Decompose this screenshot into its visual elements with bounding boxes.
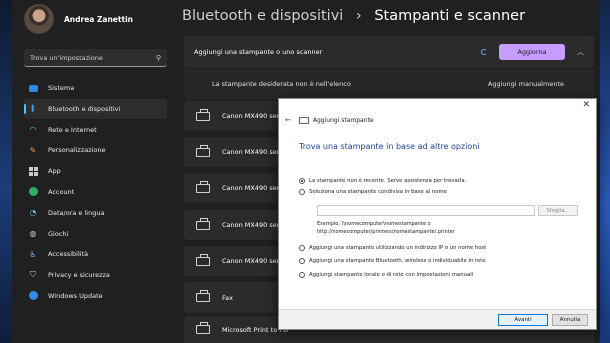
refresh-button[interactable]: Aggiorna [499, 44, 565, 60]
radio-button[interactable] [299, 188, 305, 195]
sidebar-item-personalizzazione[interactable]: ✎ Personalizzazione [24, 140, 167, 160]
manual-add-row: La stampante desiderata non è nell'elenc… [184, 69, 594, 99]
profile-name: Andrea Zanettin [64, 14, 133, 24]
profile[interactable]: Andrea Zanettin [24, 4, 133, 34]
breadcrumb-separator: › [355, 8, 362, 24]
dialog-title: Aggiungi stampante [312, 116, 374, 124]
radio-button[interactable] [299, 258, 305, 265]
breadcrumb-parent[interactable]: Bluetooth e dispositivi [182, 8, 343, 24]
sidebar-item-sistema[interactable]: Sistema [24, 78, 167, 98]
bluetooth-icon: ᛒ [30, 104, 36, 114]
update-icon [28, 291, 38, 301]
printer-name-input[interactable] [317, 205, 535, 216]
accessibility-icon: ♿ [29, 249, 37, 259]
option-ip-hostname[interactable]: Aggiungi una stampante utilizzando un in… [299, 241, 589, 255]
desktop-background-right [600, 0, 610, 343]
account-icon [28, 187, 38, 197]
option-label: La stampante non è recente. Serve assist… [309, 177, 467, 184]
brush-icon: ✎ [29, 145, 37, 155]
gamepad-icon: ◍ [29, 229, 37, 239]
sidebar-item-label: Giochi [48, 229, 69, 238]
sidebar-item-label: Accessibilità [48, 250, 89, 259]
option-shared-by-name[interactable]: Seleziona una stampante condivisa in bas… [299, 186, 589, 197]
option-label: Aggiungi una stampante utilizzando un in… [309, 244, 487, 251]
sidebar-item-label: Sistema [48, 84, 75, 92]
add-manually-button[interactable]: Aggiungi manualmente [488, 80, 564, 88]
add-printer-dialog: ✕ ← Aggiungi stampante Trova una stampan… [278, 98, 597, 330]
manual-add-text: La stampante desiderata non è nell'elenc… [212, 80, 351, 88]
sidebar-item-data-ora[interactable]: ◔ Data/ora e lingua [24, 203, 167, 223]
sidebar-item-label: Windows Update [48, 291, 103, 300]
page-title: Stampanti e scanner [374, 8, 526, 24]
options-group: La stampante non è recente. Serve assist… [299, 175, 589, 197]
dialog-footer: Avanti Annulla [279, 309, 596, 329]
breadcrumb: Bluetooth e dispositivi › Stampanti e sc… [182, 8, 525, 24]
sidebar-item-app[interactable]: App [24, 161, 167, 181]
search-input[interactable]: Trova un'impostazione [30, 54, 156, 62]
example-line-1: Esempio: \\nomecomputer\nomestampante o [317, 221, 431, 227]
sidebar-item-privacy[interactable]: ⛉ Privacy e sicurezza [24, 265, 167, 285]
option-label: Seleziona una stampante condivisa in bas… [309, 188, 447, 195]
search-box[interactable]: Trova un'impostazione ⚲ [24, 49, 167, 67]
sidebar: Andrea Zanettin Trova un'impostazione ⚲ … [12, 0, 172, 343]
back-arrow-icon[interactable]: ← [285, 116, 291, 124]
sidebar-item-label: Personalizzazione [48, 146, 106, 155]
printer-name: Fax [222, 293, 233, 302]
sidebar-item-windows-update[interactable]: Windows Update [24, 286, 167, 306]
close-icon[interactable]: ✕ [582, 100, 590, 110]
option-not-recent[interactable]: La stampante non è recente. Serve assist… [299, 175, 589, 186]
example-line-2: http://nomecomputer/printers/nomestampan… [317, 229, 455, 235]
printer-icon [196, 108, 210, 121]
shield-icon: ⛉ [30, 270, 36, 280]
sidebar-item-rete[interactable]: ◠ Rete e Internet [24, 120, 167, 140]
option-bluetooth-wireless[interactable]: Aggiungi una stampante Bluetooth, wirele… [299, 255, 589, 269]
wifi-icon: ◠ [29, 125, 37, 135]
globe-clock-icon: ◔ [29, 208, 37, 218]
next-button[interactable]: Avanti [498, 314, 548, 326]
fax-icon [196, 290, 210, 302]
sidebar-item-account[interactable]: Account [24, 182, 167, 202]
desktop-background-left [0, 0, 12, 343]
printer-icon [196, 322, 210, 334]
option-label: Aggiungi una stampante Bluetooth, wirele… [309, 258, 486, 265]
printer-icon [196, 253, 210, 266]
dialog-header: ← Aggiungi stampante [285, 116, 374, 124]
options-group-2: Aggiungi una stampante utilizzando un in… [299, 241, 589, 282]
browse-button[interactable]: Sfoglia... [538, 205, 578, 216]
sidebar-item-accessibilita[interactable]: ♿ Accessibilità [24, 244, 167, 264]
apps-icon [28, 166, 38, 176]
option-label: Aggiungi stampante locale o di rete con … [309, 271, 474, 278]
radio-button[interactable] [299, 244, 305, 251]
loading-spinner-icon [481, 49, 487, 55]
cancel-button[interactable]: Annulla [552, 314, 588, 326]
printer-icon [196, 180, 210, 193]
sidebar-item-label: Data/ora e lingua [48, 208, 105, 217]
search-icon: ⚲ [155, 53, 161, 62]
printer-icon [298, 116, 309, 124]
option-local-manual[interactable]: Aggiungi stampante locale o di rete con … [299, 268, 589, 282]
sidebar-item-label: Rete e Internet [48, 125, 97, 134]
sidebar-item-giochi[interactable]: ◍ Giochi [24, 224, 167, 244]
add-printer-label: Aggiungi una stampante o uno scanner [194, 48, 323, 56]
printer-icon [196, 217, 210, 230]
sidebar-item-label: App [48, 167, 61, 176]
add-printer-card[interactable]: Aggiungi una stampante o uno scanner Agg… [184, 36, 594, 68]
sidebar-item-label: Account [48, 187, 75, 196]
radio-button[interactable] [299, 271, 305, 278]
sidebar-item-label: Privacy e sicurezza [48, 271, 110, 280]
sidebar-item-label: Bluetooth e dispositivi [48, 104, 121, 113]
system-icon [28, 83, 38, 93]
avatar [24, 4, 54, 34]
sidebar-nav: Sistema ᛒ Bluetooth e dispositivi ◠ Rete… [24, 78, 167, 307]
printer-icon [196, 144, 210, 157]
radio-button[interactable] [299, 177, 305, 184]
dialog-heading: Trova una stampante in base ad altre opz… [299, 142, 480, 151]
sidebar-item-bluetooth[interactable]: ᛒ Bluetooth e dispositivi [24, 98, 167, 119]
chevron-up-icon[interactable]: ︿ [577, 47, 584, 57]
example-text: Esempio: \\nomecomputer\nomestampante o … [317, 220, 455, 236]
